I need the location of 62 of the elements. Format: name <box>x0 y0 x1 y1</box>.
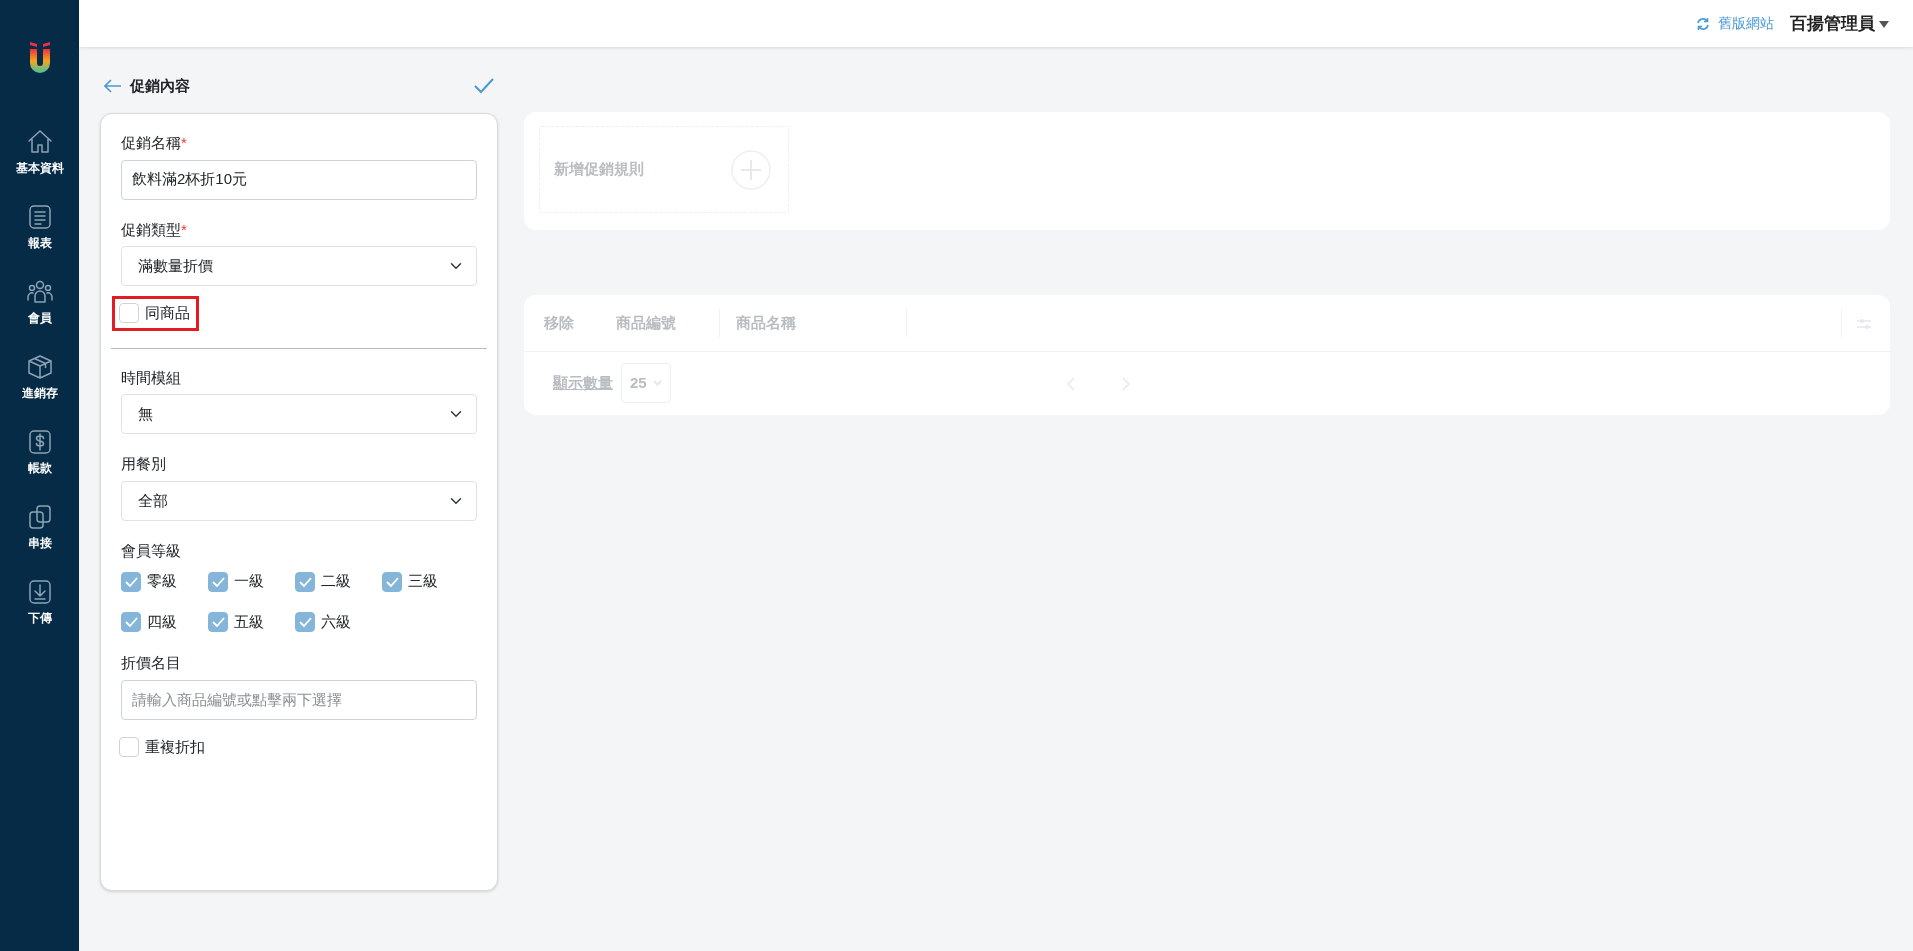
sidebar-item[interactable]: 報表 <box>27 234 52 252</box>
field-label: 會員等級 <box>121 540 181 561</box>
logo <box>27 42 52 76</box>
checkmark-icon <box>385 576 399 587</box>
checkbox-label: 四級 <box>147 611 177 632</box>
checkmark-icon <box>211 617 225 627</box>
sidebar-item[interactable]: 基本資料 <box>15 159 64 177</box>
checkbox[interactable] <box>295 612 315 632</box>
column-header: 商品名稱 <box>735 312 797 333</box>
field-label: 促銷類型 <box>121 219 181 240</box>
field-label: 用餐別 <box>121 454 166 475</box>
sidebar-item[interactable]: 串接 <box>27 534 52 552</box>
plus-circle-icon <box>730 148 772 191</box>
caret-icon <box>653 380 662 386</box>
checkbox[interactable] <box>119 303 139 324</box>
checkbox[interactable] <box>121 571 141 592</box>
input-field[interactable]: 飲料滿2杯折10元 <box>121 159 477 200</box>
checkbox-label: 二級 <box>321 571 351 592</box>
checkbox[interactable] <box>208 612 228 632</box>
add-rule-label: 新增促銷規則 <box>554 159 644 180</box>
box-icon <box>25 353 54 381</box>
checkmark-icon <box>298 617 312 627</box>
check-icon[interactable] <box>474 78 494 94</box>
column-header: 商品編號 <box>616 312 677 333</box>
dropdown[interactable]: 無 <box>121 394 477 435</box>
checkbox-label: 重複折扣 <box>145 736 205 757</box>
sidebar-item[interactable]: 下傳 <box>27 609 52 627</box>
back-arrow-icon[interactable] <box>104 79 122 93</box>
field-label: 時間模組 <box>121 367 181 388</box>
checkbox-label: 零級 <box>147 571 177 592</box>
user-menu[interactable]: 百揚管理員 <box>1790 10 1889 37</box>
checkbox[interactable] <box>295 571 315 592</box>
sidebar-item[interactable]: 帳款 <box>27 459 52 477</box>
sidebar-item[interactable]: 進銷存 <box>21 384 58 402</box>
checkbox-label: 五級 <box>234 611 264 632</box>
checkbox-label: 六級 <box>321 611 351 632</box>
checkmark-icon <box>124 576 138 587</box>
field-label: 促銷名稱 <box>121 133 181 153</box>
checkmark-icon <box>298 576 312 587</box>
required-mark: * <box>181 220 187 238</box>
refresh-icon <box>1696 16 1710 31</box>
checkmark-icon <box>124 617 138 627</box>
checkbox[interactable] <box>119 737 139 757</box>
home-icon <box>25 128 54 156</box>
sidebar-item[interactable]: 會員 <box>27 309 52 327</box>
checkmark-icon <box>211 576 225 587</box>
input-field[interactable]: 請輸入商品編號或點擊兩下選擇 <box>121 679 477 720</box>
people-icon <box>25 278 54 306</box>
required-mark: * <box>181 134 187 151</box>
form-title: 促銷內容 <box>130 75 190 96</box>
checkbox-label: 同商品 <box>145 303 190 323</box>
checkbox-label: 三級 <box>408 571 438 592</box>
dropdown[interactable]: 滿數量折價 <box>121 246 477 286</box>
column-header: 移除 <box>542 312 575 333</box>
field-label: 折價名目 <box>121 653 181 674</box>
checkbox[interactable] <box>382 571 402 592</box>
page-size-label: 顯示數量 <box>553 372 613 393</box>
caret-icon <box>1879 19 1889 28</box>
checkbox[interactable] <box>121 612 141 632</box>
checkbox-label: 一級 <box>234 571 264 592</box>
dropdown[interactable]: 全部 <box>121 480 477 521</box>
checkbox[interactable] <box>208 571 228 592</box>
